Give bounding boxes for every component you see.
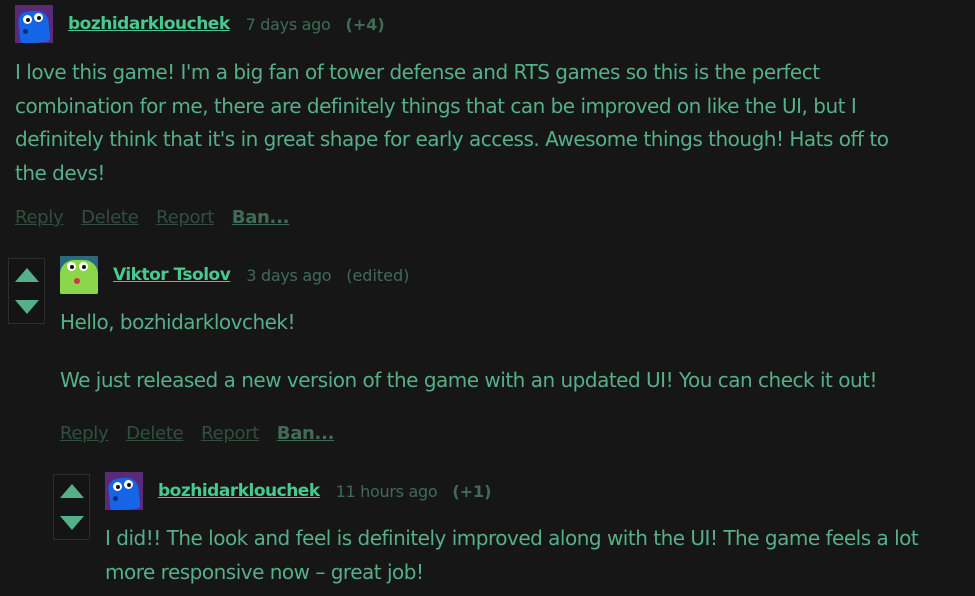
username-link[interactable]: Viktor Tsolov	[113, 265, 231, 285]
comment-text: I love this game! I'm a big fan of tower…	[15, 60, 889, 185]
ban-link[interactable]: Ban...	[232, 207, 290, 228]
avatar[interactable]	[105, 472, 143, 510]
comment-text-paragraph: Hello, bozhidarklovchek!	[60, 310, 296, 334]
timestamp: 7 days ago	[245, 14, 331, 34]
ban-link[interactable]: Ban...	[277, 423, 335, 444]
comment-header: Viktor Tsolov 3 days ago (edited)	[60, 256, 409, 294]
reply-link[interactable]: Reply	[60, 423, 109, 444]
comment-header: bozhidarklouchek 11 hours ago (+1)	[105, 472, 491, 510]
score-badge: (+1)	[452, 481, 492, 501]
avatar[interactable]	[15, 5, 53, 43]
comment-actions: Reply Delete Report Ban...	[15, 207, 301, 228]
avatar[interactable]	[60, 256, 98, 294]
timestamp: 11 hours ago	[335, 481, 438, 501]
delete-link[interactable]: Delete	[81, 207, 139, 228]
timestamp: 3 days ago	[246, 265, 332, 285]
comment-header: bozhidarklouchek 7 days ago (+4)	[15, 5, 385, 43]
username-link[interactable]: bozhidarklouchek	[68, 14, 230, 34]
vote-box	[8, 258, 45, 324]
vote-box	[53, 474, 90, 540]
downvote-arrow-icon[interactable]	[59, 516, 84, 530]
delete-link[interactable]: Delete	[126, 423, 184, 444]
report-link[interactable]: Report	[156, 207, 214, 228]
comment-text-paragraph: We just released a new version of the ga…	[60, 368, 878, 392]
score-badge: (+4)	[345, 14, 385, 34]
downvote-arrow-icon[interactable]	[14, 300, 39, 314]
edited-label: (edited)	[346, 265, 410, 285]
reply-link[interactable]: Reply	[15, 207, 64, 228]
comment-actions: Reply Delete Report Ban...	[60, 423, 346, 444]
username-link[interactable]: bozhidarklouchek	[158, 481, 320, 501]
upvote-arrow-icon[interactable]	[59, 484, 84, 498]
upvote-arrow-icon[interactable]	[14, 268, 39, 282]
report-link[interactable]: Report	[201, 423, 259, 444]
comment-text: I did!! The look and feel is definitely …	[105, 526, 919, 584]
